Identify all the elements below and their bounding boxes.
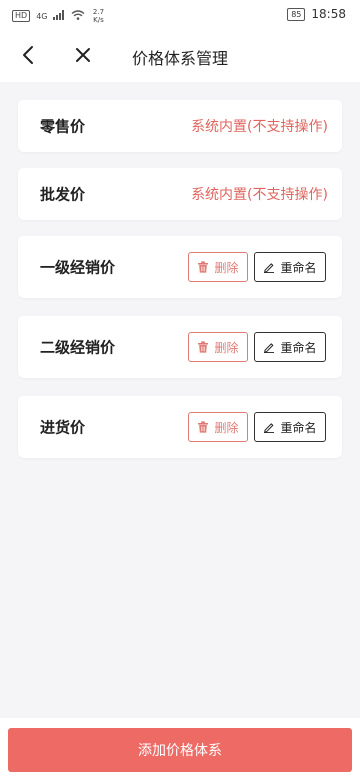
nav-bar: 价格体系管理	[0, 30, 360, 82]
price-item-name: 批发价	[40, 185, 86, 204]
add-price-system-button[interactable]: 添加价格体系	[8, 728, 352, 772]
delete-label: 删除	[214, 420, 239, 435]
rename-button[interactable]: 重命名	[254, 332, 326, 362]
speed-value: 2.7	[92, 8, 105, 16]
clock: 18:58	[311, 7, 346, 21]
status-bar-left: HD 4G 2.7 K/s	[12, 8, 105, 24]
edit-icon	[263, 421, 275, 433]
price-item-level2-dealer: 二级经销价 删除 重命名	[18, 316, 342, 378]
wifi-icon	[71, 9, 85, 23]
delete-button[interactable]: 删除	[188, 252, 248, 282]
trash-icon	[197, 261, 209, 273]
trash-icon	[197, 421, 209, 433]
price-item-retail: 零售价 系统内置(不支持操作)	[18, 100, 342, 152]
battery-icon: 85	[287, 7, 306, 21]
speed-unit: K/s	[93, 16, 104, 24]
delete-label: 删除	[214, 340, 239, 355]
edit-icon	[263, 261, 275, 273]
builtin-note: 系统内置(不支持操作)	[191, 119, 328, 135]
delete-label: 删除	[214, 260, 239, 275]
builtin-note: 系统内置(不支持操作)	[191, 187, 328, 203]
rename-label: 重命名	[280, 420, 317, 435]
price-item-name: 一级经销价	[40, 258, 116, 277]
rename-button[interactable]: 重命名	[254, 252, 326, 282]
hd-badge: HD	[12, 10, 31, 22]
delete-button[interactable]: 删除	[188, 412, 248, 442]
rename-label: 重命名	[280, 340, 317, 355]
status-bar: HD 4G 2.7 K/s 85 18:58	[0, 0, 360, 30]
price-item-level1-dealer: 一级经销价 删除 重命名	[18, 236, 342, 298]
price-system-list: 零售价 系统内置(不支持操作) 批发价 系统内置(不支持操作) 一级经销价 删除…	[18, 100, 342, 476]
item-actions: 删除 重命名	[188, 332, 326, 362]
signal-icon	[53, 9, 65, 23]
trash-icon	[197, 341, 209, 353]
status-bar-right: 85 18:58	[287, 7, 346, 21]
price-item-name: 进货价	[40, 418, 86, 437]
network-speed: 2.7 K/s	[91, 8, 105, 24]
price-item-name: 零售价	[40, 117, 86, 136]
network-type: 4G	[36, 11, 48, 21]
bottom-bar: 添加价格体系	[0, 718, 360, 780]
rename-button[interactable]: 重命名	[254, 412, 326, 442]
price-item-purchase: 进货价 删除 重命名	[18, 396, 342, 458]
price-item-wholesale: 批发价 系统内置(不支持操作)	[18, 168, 342, 220]
edit-icon	[263, 341, 275, 353]
rename-label: 重命名	[280, 260, 317, 275]
delete-button[interactable]: 删除	[188, 332, 248, 362]
price-item-name: 二级经销价	[40, 338, 116, 357]
item-actions: 删除 重命名	[188, 252, 326, 282]
page-title: 价格体系管理	[131, 49, 228, 68]
item-actions: 删除 重命名	[188, 412, 326, 442]
